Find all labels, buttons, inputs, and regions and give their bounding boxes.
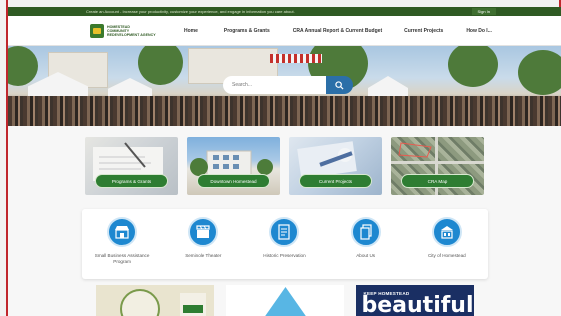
search-icon xyxy=(335,80,344,90)
browser-frame: Create an Account - Increase your produc… xyxy=(0,0,561,316)
nav-item-how-do-i[interactable]: How Do I... xyxy=(466,28,492,34)
hero-tree xyxy=(138,46,183,85)
document-icon xyxy=(269,217,300,247)
hero-crowd xyxy=(8,96,561,126)
cra-logo[interactable]: HOMESTEAD COMMUNITY REDEVELOPMENT AGENCY xyxy=(90,23,172,38)
nav-item-programs-grants[interactable]: Programs & Grants xyxy=(224,28,270,34)
clapperboard-icon xyxy=(188,217,219,247)
cra-map-pill: CRA Map xyxy=(401,174,474,188)
search-button[interactable] xyxy=(326,76,353,94)
services-panel: Small Business Assistance Program Semino… xyxy=(81,209,488,279)
promo-card-lunch[interactable] xyxy=(95,285,214,316)
quick-link-downtown-homestead[interactable]: Downtown Homestead xyxy=(187,137,280,195)
search-input[interactable] xyxy=(223,76,326,94)
promo-headline: beautiful xyxy=(361,293,474,316)
promo-row: KEEP HOMESTEAD beautiful xyxy=(8,285,561,316)
hero-tree xyxy=(518,50,561,95)
service-label: City of Homestead xyxy=(427,253,466,258)
promo-card-keep-homestead-beautiful[interactable]: KEEP HOMESTEAD beautiful xyxy=(355,285,474,316)
quick-link-cra-map[interactable]: CRA Map xyxy=(391,137,484,195)
account-bar: Create an Account - Increase your produc… xyxy=(8,7,561,16)
hero-tent xyxy=(368,76,408,96)
nav-item-annual-report[interactable]: CRA Annual Report & Current Budget xyxy=(293,28,382,34)
promo-emblem-icon xyxy=(119,289,160,316)
quick-link-programs-grants[interactable]: Programs & Grants xyxy=(85,137,178,195)
service-label: Seminole Theater xyxy=(185,253,222,258)
service-about-us[interactable]: About Us xyxy=(331,217,401,259)
building-icon xyxy=(431,217,462,247)
programs-grants-pill: Programs & Grants xyxy=(95,174,168,188)
hero-tree xyxy=(8,46,38,86)
nav-links: Home Programs & Grants CRA Annual Report… xyxy=(180,28,492,34)
nav-item-current-projects[interactable]: Current Projects xyxy=(404,28,443,34)
create-account-message[interactable]: Create an Account - Increase your produc… xyxy=(86,9,472,14)
current-projects-pill: Current Projects xyxy=(299,174,372,188)
logo-text: HOMESTEAD COMMUNITY REDEVELOPMENT AGENCY xyxy=(107,25,156,37)
logo-mark-icon xyxy=(90,23,104,38)
hero-tree xyxy=(448,46,498,87)
web-page: Create an Account - Increase your produc… xyxy=(8,7,561,316)
storefront-icon xyxy=(107,217,138,247)
nav-item-home[interactable]: Home xyxy=(184,28,198,34)
service-label: About Us xyxy=(356,253,376,258)
service-city-of-homestead[interactable]: City of Homestead xyxy=(412,217,482,259)
triangle-graphic-icon xyxy=(257,287,314,316)
promo-flyer xyxy=(179,293,206,316)
downtown-homestead-pill: Downtown Homestead xyxy=(197,174,270,188)
hero-tent xyxy=(108,78,152,96)
search-bar xyxy=(223,76,353,94)
service-label: Historic Preservation xyxy=(263,253,306,258)
quick-links: Programs & Grants Downtown Homestead Cur… xyxy=(8,137,561,195)
main-navigation: HOMESTEAD COMMUNITY REDEVELOPMENT AGENCY… xyxy=(8,16,561,46)
service-seminole-theater[interactable]: Seminole Theater xyxy=(168,217,238,259)
hero-banner xyxy=(8,46,561,126)
service-small-business[interactable]: Small Business Assistance Program xyxy=(87,217,157,265)
service-label: Small Business Assistance Program xyxy=(94,253,150,264)
service-historic-preservation[interactable]: Historic Preservation xyxy=(249,217,319,259)
pages-icon xyxy=(350,217,381,247)
hero-flag xyxy=(270,54,322,63)
quick-link-current-projects[interactable]: Current Projects xyxy=(289,137,382,195)
promo-card-triangle[interactable] xyxy=(225,285,344,316)
sign-in-button[interactable]: Sign In xyxy=(471,8,496,15)
logo-line-3: REDEVELOPMENT AGENCY xyxy=(107,32,156,37)
